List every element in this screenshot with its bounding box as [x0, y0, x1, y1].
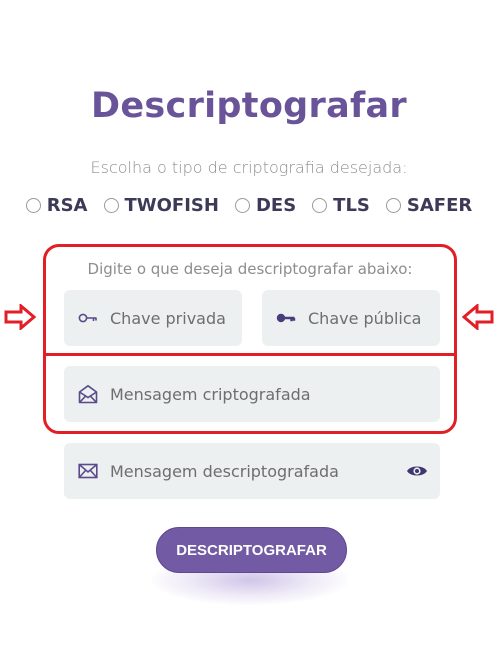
decrypted-message-placeholder: Mensagem descriptografada: [110, 461, 339, 481]
private-key-placeholder: Chave privada: [110, 308, 226, 328]
radio-option-safer[interactable]: SAFER: [385, 195, 473, 216]
radio-label: TWOFISH: [124, 195, 219, 216]
radio-button[interactable]: [312, 198, 328, 213]
eye-icon[interactable]: [406, 464, 428, 478]
crypto-type-prompt: Escolha o tipo de criptografia desejada:: [90, 158, 408, 177]
radio-button[interactable]: [103, 198, 119, 213]
form-hint: Digite o que deseja descriptografar abai…: [87, 260, 413, 278]
radio-option-tls[interactable]: TLS: [312, 195, 370, 216]
public-key-placeholder: Chave pública: [308, 308, 422, 328]
envelope-open-icon: [76, 384, 100, 404]
radio-button[interactable]: [234, 198, 250, 213]
decrypt-button[interactable]: DESCRIPTOGRAFAR: [156, 527, 347, 573]
page-title: Descriptografar: [91, 86, 407, 126]
radio-button[interactable]: [385, 198, 401, 213]
radio-label: TLS: [333, 195, 370, 216]
private-key-input[interactable]: Chave privada: [64, 290, 242, 346]
public-key-input[interactable]: Chave pública: [262, 290, 440, 346]
highlight-divider: [43, 353, 457, 356]
radio-label: RSA: [46, 195, 88, 216]
envelope-icon: [76, 463, 100, 479]
radio-option-des[interactable]: DES: [234, 195, 297, 216]
radio-label: DES: [255, 195, 297, 216]
crypto-type-radio-group: RSA TWOFISH DES TLS SAFER: [0, 195, 498, 216]
radio-label: SAFER: [406, 195, 473, 216]
radio-button[interactable]: [25, 198, 41, 213]
encrypted-message-placeholder: Mensagem criptografada: [110, 384, 311, 404]
key-solid-icon: [274, 312, 298, 324]
encrypted-message-input[interactable]: Mensagem criptografada: [64, 366, 440, 422]
arrow-left-icon: [462, 304, 494, 330]
decrypted-message-input[interactable]: Mensagem descriptografada: [64, 443, 440, 499]
radio-option-rsa[interactable]: RSA: [25, 195, 88, 216]
arrow-right-icon: [4, 304, 36, 330]
radio-option-twofish[interactable]: TWOFISH: [103, 195, 219, 216]
key-outline-icon: [76, 312, 100, 324]
